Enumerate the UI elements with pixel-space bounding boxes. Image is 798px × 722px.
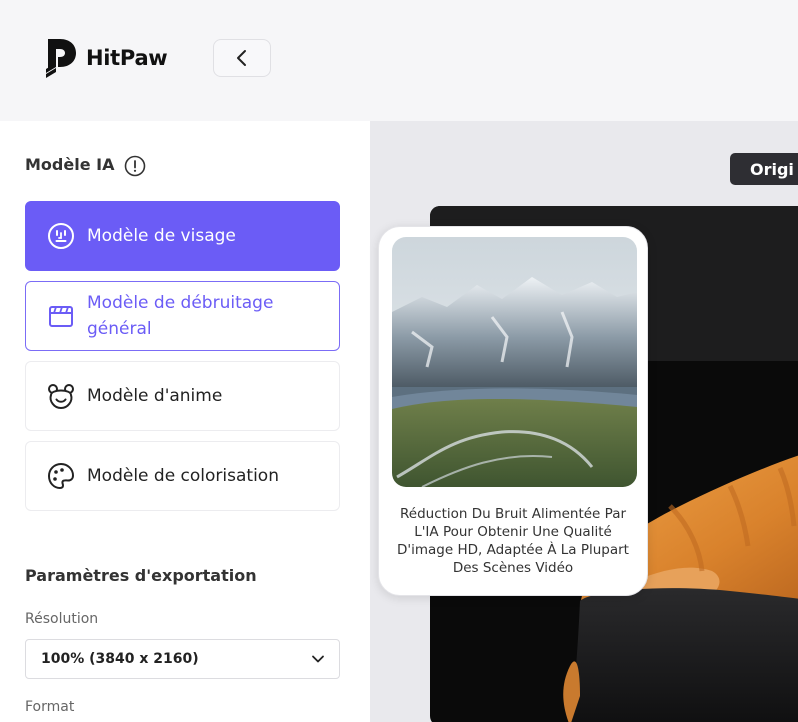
palette-icon bbox=[47, 462, 75, 490]
format-label: Format bbox=[25, 699, 75, 715]
chevron-left-icon bbox=[237, 50, 246, 66]
model-label: Modèle de débruitage général bbox=[87, 293, 274, 339]
model-colorize-button[interactable]: Modèle de colorisation bbox=[25, 441, 340, 511]
mountain-image bbox=[392, 237, 637, 487]
film-clapper-icon bbox=[49, 306, 73, 327]
info-icon[interactable] bbox=[124, 155, 146, 177]
ai-model-title: Modèle IA bbox=[25, 155, 115, 174]
model-label: Modèle de visage bbox=[87, 226, 236, 246]
face-icon bbox=[48, 223, 74, 249]
original-badge[interactable]: Origi bbox=[730, 153, 798, 185]
back-button[interactable] bbox=[213, 39, 271, 77]
hitpaw-logo-icon bbox=[46, 39, 76, 78]
resolution-label: Résolution bbox=[25, 611, 99, 627]
app-header: HitPaw bbox=[0, 0, 798, 121]
resolution-select[interactable]: 100% (3840 x 2160) bbox=[25, 639, 340, 679]
model-anime-button[interactable]: Modèle d'anime bbox=[25, 361, 340, 431]
landscape-thumbnail bbox=[392, 237, 637, 487]
bear-face-icon bbox=[48, 384, 74, 410]
model-description-tooltip: Réduction Du Bruit Alimentée Par L'IA Po… bbox=[378, 226, 648, 596]
chevron-down-icon bbox=[312, 655, 324, 663]
model-face-button[interactable]: Modèle de visage bbox=[25, 201, 340, 271]
tooltip-description: Réduction Du Bruit Alimentée Par L'IA Po… bbox=[397, 506, 629, 576]
model-label: Modèle d'anime bbox=[87, 386, 223, 406]
model-denoise-button[interactable]: Modèle de débruitage général bbox=[25, 281, 340, 351]
brand-name: HitPaw bbox=[86, 46, 168, 70]
export-settings-title: Paramètres d'exportation bbox=[25, 566, 257, 585]
model-label: Modèle de colorisation bbox=[87, 466, 279, 486]
resolution-value: 100% (3840 x 2160) bbox=[41, 651, 199, 667]
